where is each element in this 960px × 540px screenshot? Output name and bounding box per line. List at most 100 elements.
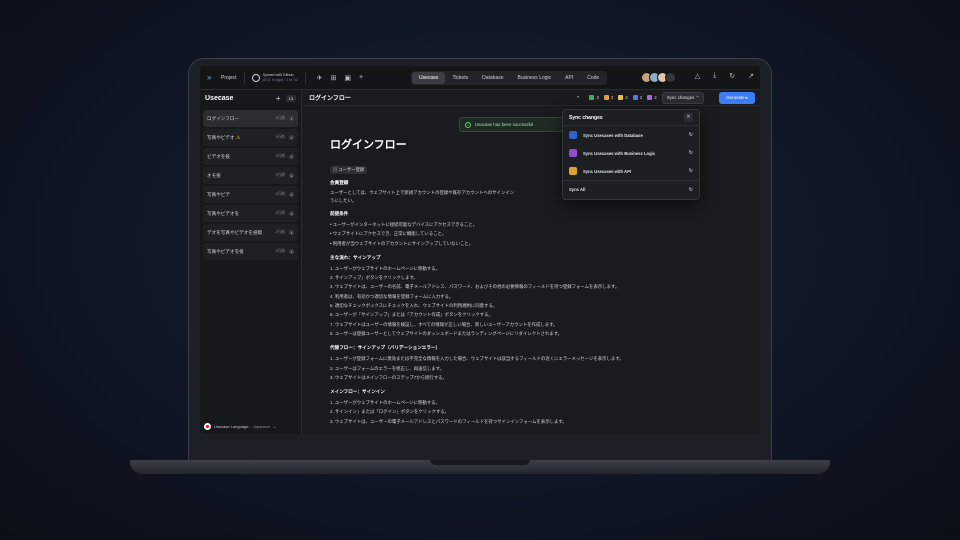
list-item: 3. ウェブサイトは、ユーザーの電子メールアドレスとパスワードのフィールドを持つ… (330, 418, 567, 424)
success-toast: ✓ Usecase has been successful (459, 117, 567, 132)
divider (304, 71, 306, 84)
logic-stat[interactable]: 2 (618, 95, 628, 101)
divider (243, 71, 245, 84)
tab-usecase[interactable]: Usecase (412, 72, 446, 84)
tab-code[interactable]: Code (580, 72, 606, 84)
sidebar-item-count: 1行前 (275, 211, 285, 215)
sync-business-logic-item[interactable]: Sync Usecases with Business Logic ↻ (563, 144, 699, 162)
japan-flag-icon (204, 423, 211, 430)
rocket-icon[interactable]: ✈ (317, 74, 323, 82)
refresh-icon[interactable]: ↻ (729, 72, 735, 80)
database-icon (569, 131, 577, 139)
warning-icon[interactable]: △ (695, 72, 700, 80)
section-heading: メインフロー：サインイン (330, 389, 385, 395)
entity-stats: 2 2 2 2 2 (589, 95, 657, 101)
sync-icon[interactable]: ↻ (689, 187, 693, 193)
sidebar-item-label: 写真やビデオを (207, 210, 240, 216)
list-item: 4. 利用者は、有効かつ適切な情報を登録フォームに入力する。 (330, 293, 454, 299)
sidebar-item[interactable]: ビデオを投 1行前 ● (203, 148, 298, 165)
sidebar-title: Usecase (205, 94, 234, 102)
collaborator-avatars[interactable] (641, 72, 676, 83)
sync-changes-button[interactable]: Sync changes ⌃ (661, 91, 705, 104)
laptop-notch (430, 460, 530, 465)
list-item: 3. ウェブサイトは、ユーザーの名前、電子メールアドレス、パスワード、およびその… (330, 284, 620, 290)
github-status-sub: #2 (1 hr ago) • 1 hr 32 (262, 77, 298, 82)
sidebar-item[interactable]: デオを写真やビデオを投稿 1行前 ● (203, 224, 298, 241)
status-dot-icon[interactable]: ● (289, 154, 294, 159)
sidebar-item-count: 1行前 (275, 173, 285, 177)
sync-database-item[interactable]: Sync Usecases with Database ↻ (563, 126, 699, 144)
sidebar-item-label: 写真やビデオ ⚠ (207, 134, 241, 141)
main-header: ログインフロー ◔ 2 2 2 2 2 Sync changes ⌃ Gener… (303, 90, 760, 106)
sidebar-item-label: オモ投 (207, 172, 221, 178)
tab-tickets[interactable]: Tickets (445, 72, 475, 84)
tab-business-logic[interactable]: Business Logic (511, 72, 559, 84)
list-item: 7. ウェブサイトはユーザーの情報を検証し、すべての情報が正しい場合、新しいユー… (330, 321, 558, 327)
add-usecase-icon[interactable]: + (276, 94, 281, 103)
sidebar-item[interactable]: オモ投 1行前 ● (203, 167, 298, 184)
sidebar-item-count: 1行前 (275, 135, 285, 139)
language-label: Usecase Language: (214, 424, 250, 429)
status-dot-icon[interactable]: ● (289, 116, 294, 121)
logic-icon (569, 149, 577, 157)
grid-icon[interactable]: ⊞ (330, 74, 336, 82)
plus-icon[interactable]: + (359, 74, 363, 82)
branch-stat[interactable]: 2 (603, 95, 613, 101)
app-logo-icon[interactable]: » (207, 73, 216, 82)
list-item: 5. 適切なチェックボックスにチェックを入れ、ウェブサイトの利用規約に同意する。 (330, 303, 498, 309)
sidebar-item-label: ログインフロー (207, 115, 240, 121)
sidebar-item-count: 1行前 (275, 249, 285, 253)
tab-api[interactable]: API (558, 72, 580, 84)
section-heading: 前提条件 (330, 211, 349, 216)
sync-icon[interactable]: ↻ (689, 132, 693, 138)
usecase-list: ログインフロー 1行前 ● 写真やビデオ ⚠ 1行前 ● ビデオを投 1行前 ● オモ投 1行前 ● 写… (200, 110, 301, 260)
sidebar-item[interactable]: 写真やビデオ ⚠ 1行前 ● (203, 129, 298, 146)
dropdown-title: Sync changes (569, 114, 603, 121)
list-item: 3. ウェブサイトはメインフローのステップ7から続行する。 (330, 374, 447, 380)
sidebar-item-count: 1行前 (275, 192, 285, 196)
api-stat[interactable]: 2 (632, 95, 642, 101)
check-circle-icon: ✓ (465, 121, 471, 128)
list-item: • ユーザーがインターネットに接続可能なデバイスにアクセスできること。 (330, 222, 478, 227)
list-item: 1. ユーザーがウェブサイトのホームページに移動する。 (330, 265, 440, 271)
sidebar-item-label: ビデオを投 (207, 153, 230, 159)
main-tabs: Usecase Tickets Database Business Logic … (411, 71, 608, 85)
list-item: 8. ユーザーは登録ユーザーとしてウェブサイトのダッシュボードまたはランディング… (330, 330, 563, 336)
close-icon[interactable]: ✕ (684, 113, 693, 122)
sidebar-item[interactable]: 写真やビデ 1行前 ● (203, 186, 298, 203)
sidebar-item-count: 1行前 (275, 154, 285, 158)
share-icon[interactable]: ↗ (748, 72, 754, 80)
status-dot-icon[interactable]: ● (289, 211, 294, 216)
section-heading: 代替フロー：サインアップ（バリデーションエラー） (330, 345, 441, 351)
history-icon[interactable]: ◔ (576, 95, 580, 101)
usecase-language-selector[interactable]: Usecase Language: Japanese ⌄ (204, 423, 276, 430)
sync-icon[interactable]: ↻ (689, 150, 693, 156)
status-dot-icon[interactable]: ● (289, 249, 294, 254)
project-name[interactable]: Project (221, 75, 237, 81)
code-stat[interactable]: 2 (647, 95, 657, 101)
status-dot-icon[interactable]: ● (289, 230, 294, 235)
sidebar-item[interactable]: 写真やビデオを 1行前 ● (203, 205, 298, 222)
layout-icon[interactable]: ▣ (344, 74, 351, 82)
tab-database[interactable]: Database (475, 72, 510, 84)
sync-icon[interactable]: ↻ (689, 168, 693, 174)
list-item: 1. ユーザーが登録フォームに無効または不完全な情報を入力した場合、ウェブサイト… (330, 356, 624, 362)
list-item: 1. ユーザーがウェブサイトのホームページに移動する。 (330, 400, 440, 406)
database-stat[interactable]: 2 (589, 95, 599, 101)
download-icon[interactable]: ⤓ (713, 72, 716, 80)
sidebar-item[interactable]: 写真やビデオを投 1行前 ● (203, 243, 298, 260)
status-dot-icon[interactable]: ● (289, 192, 294, 197)
app-screen: » Project Synced with Github #2 (1 hr ag… (200, 66, 760, 434)
sidebar-item-label: デオを写真やビデオを投稿 (207, 229, 263, 235)
language-value: Japanese (252, 424, 270, 429)
sidebar-item[interactable]: ログインフロー 1行前 ● (203, 110, 298, 127)
status-dot-icon[interactable]: ● (289, 135, 294, 140)
sync-api-item[interactable]: Sync Usecases with API ↻ (563, 162, 699, 180)
section-heading: 主な流れ：サインアップ (330, 254, 381, 260)
list-item: 2. サインイン」または「ログイン」ボタンをクリックする。 (330, 409, 450, 415)
github-status[interactable]: Synced with Github #2 (1 hr ago) • 1 hr … (251, 73, 298, 83)
list-item: • 利用者が当ウェブサイトのアカウントにサインアップしていないこと。 (330, 240, 474, 246)
sync-all-item[interactable]: Sync All ↻ (563, 180, 699, 198)
generate-button[interactable]: Generate ▸ (719, 91, 755, 104)
status-dot-icon[interactable]: ● (289, 173, 294, 178)
